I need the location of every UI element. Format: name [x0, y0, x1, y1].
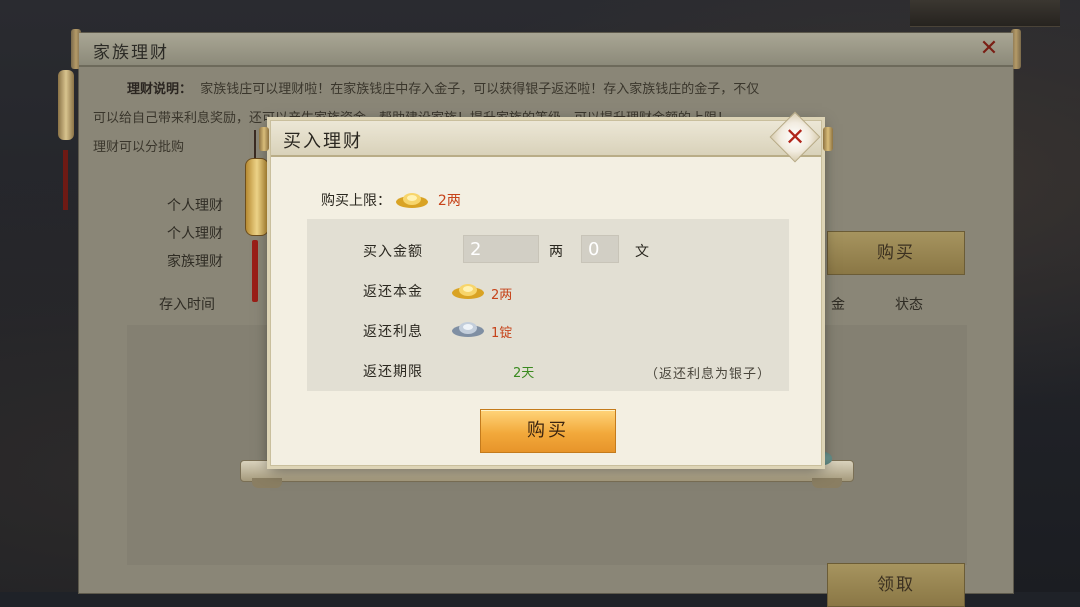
silver-ingot-icon [452, 322, 484, 337]
lantern-icon [245, 158, 269, 236]
tassel-decoration [63, 150, 68, 210]
panel-title: 家族理财 [93, 43, 169, 63]
purchase-details: 买入金额 2 两 0 文 返还本金 2两 返还利息 1锭 返还期限 2天 （返还… [307, 219, 789, 391]
interest-note: （返还利息为银子） [644, 367, 771, 382]
buy-finance-dialog: 买入理财 ✕ 购买上限： 2两 买入金额 2 两 0 文 返还本金 2两 返还利… [259, 111, 833, 466]
gold-ingot-icon [396, 193, 429, 208]
top-ornament [910, 0, 1060, 27]
title-knob-right [823, 127, 833, 151]
term-label: 返还期限 [363, 364, 423, 380]
family-finance-label: 家族理财 [167, 254, 223, 270]
interest-label: 返还利息 [363, 324, 423, 340]
principal-label: 返还本金 [363, 284, 423, 300]
close-icon[interactable]: ✕ [977, 37, 1001, 61]
col-header-time: 存入时间 [159, 297, 215, 313]
interest-value: 1锭 [491, 326, 513, 341]
shelf-foot [812, 478, 842, 488]
title-knob-left [259, 127, 269, 151]
amount-liang-input[interactable]: 2 [463, 235, 539, 263]
amount-wen-input[interactable]: 0 [581, 235, 619, 263]
dialog-title: 买入理财 [283, 131, 363, 152]
unit-wen: 文 [635, 244, 649, 260]
limit-value: 2两 [437, 193, 461, 209]
close-button[interactable]: ✕ [769, 111, 821, 163]
purchase-limit-row: 购买上限： 2两 [321, 187, 461, 210]
gold-ingot-icon [452, 284, 484, 299]
term-value: 2天 [513, 366, 535, 381]
personal-finance-label-2: 个人理财 [167, 226, 223, 242]
desc-line1: 家族钱庄可以理财啦！在家族钱庄中存入金子，可以获得银子返还啦！存入家族钱庄的金子… [200, 82, 760, 97]
shelf-foot [252, 478, 282, 488]
close-icon[interactable]: ✕ [778, 120, 812, 154]
personal-finance-label: 个人理财 [167, 198, 223, 214]
panel-titlebar: 家族理财 ✕ [79, 33, 1013, 67]
tassel-decoration [252, 240, 258, 302]
col-header-gold: 金 [831, 297, 845, 313]
unit-liang: 两 [549, 244, 563, 260]
desc-label: 理财说明： [127, 82, 193, 97]
outer-buy-button[interactable]: 购买 [827, 231, 965, 275]
lantern-icon [58, 70, 74, 140]
dialog-titlebar: 买入理财 ✕ [259, 111, 833, 163]
limit-label: 购买上限： [321, 193, 391, 209]
amount-label: 买入金额 [363, 244, 423, 260]
col-header-status: 状态 [895, 297, 923, 313]
buy-button[interactable]: 购买 [480, 409, 616, 453]
principal-value: 2两 [491, 288, 513, 303]
claim-button[interactable]: 领取 [827, 563, 965, 607]
